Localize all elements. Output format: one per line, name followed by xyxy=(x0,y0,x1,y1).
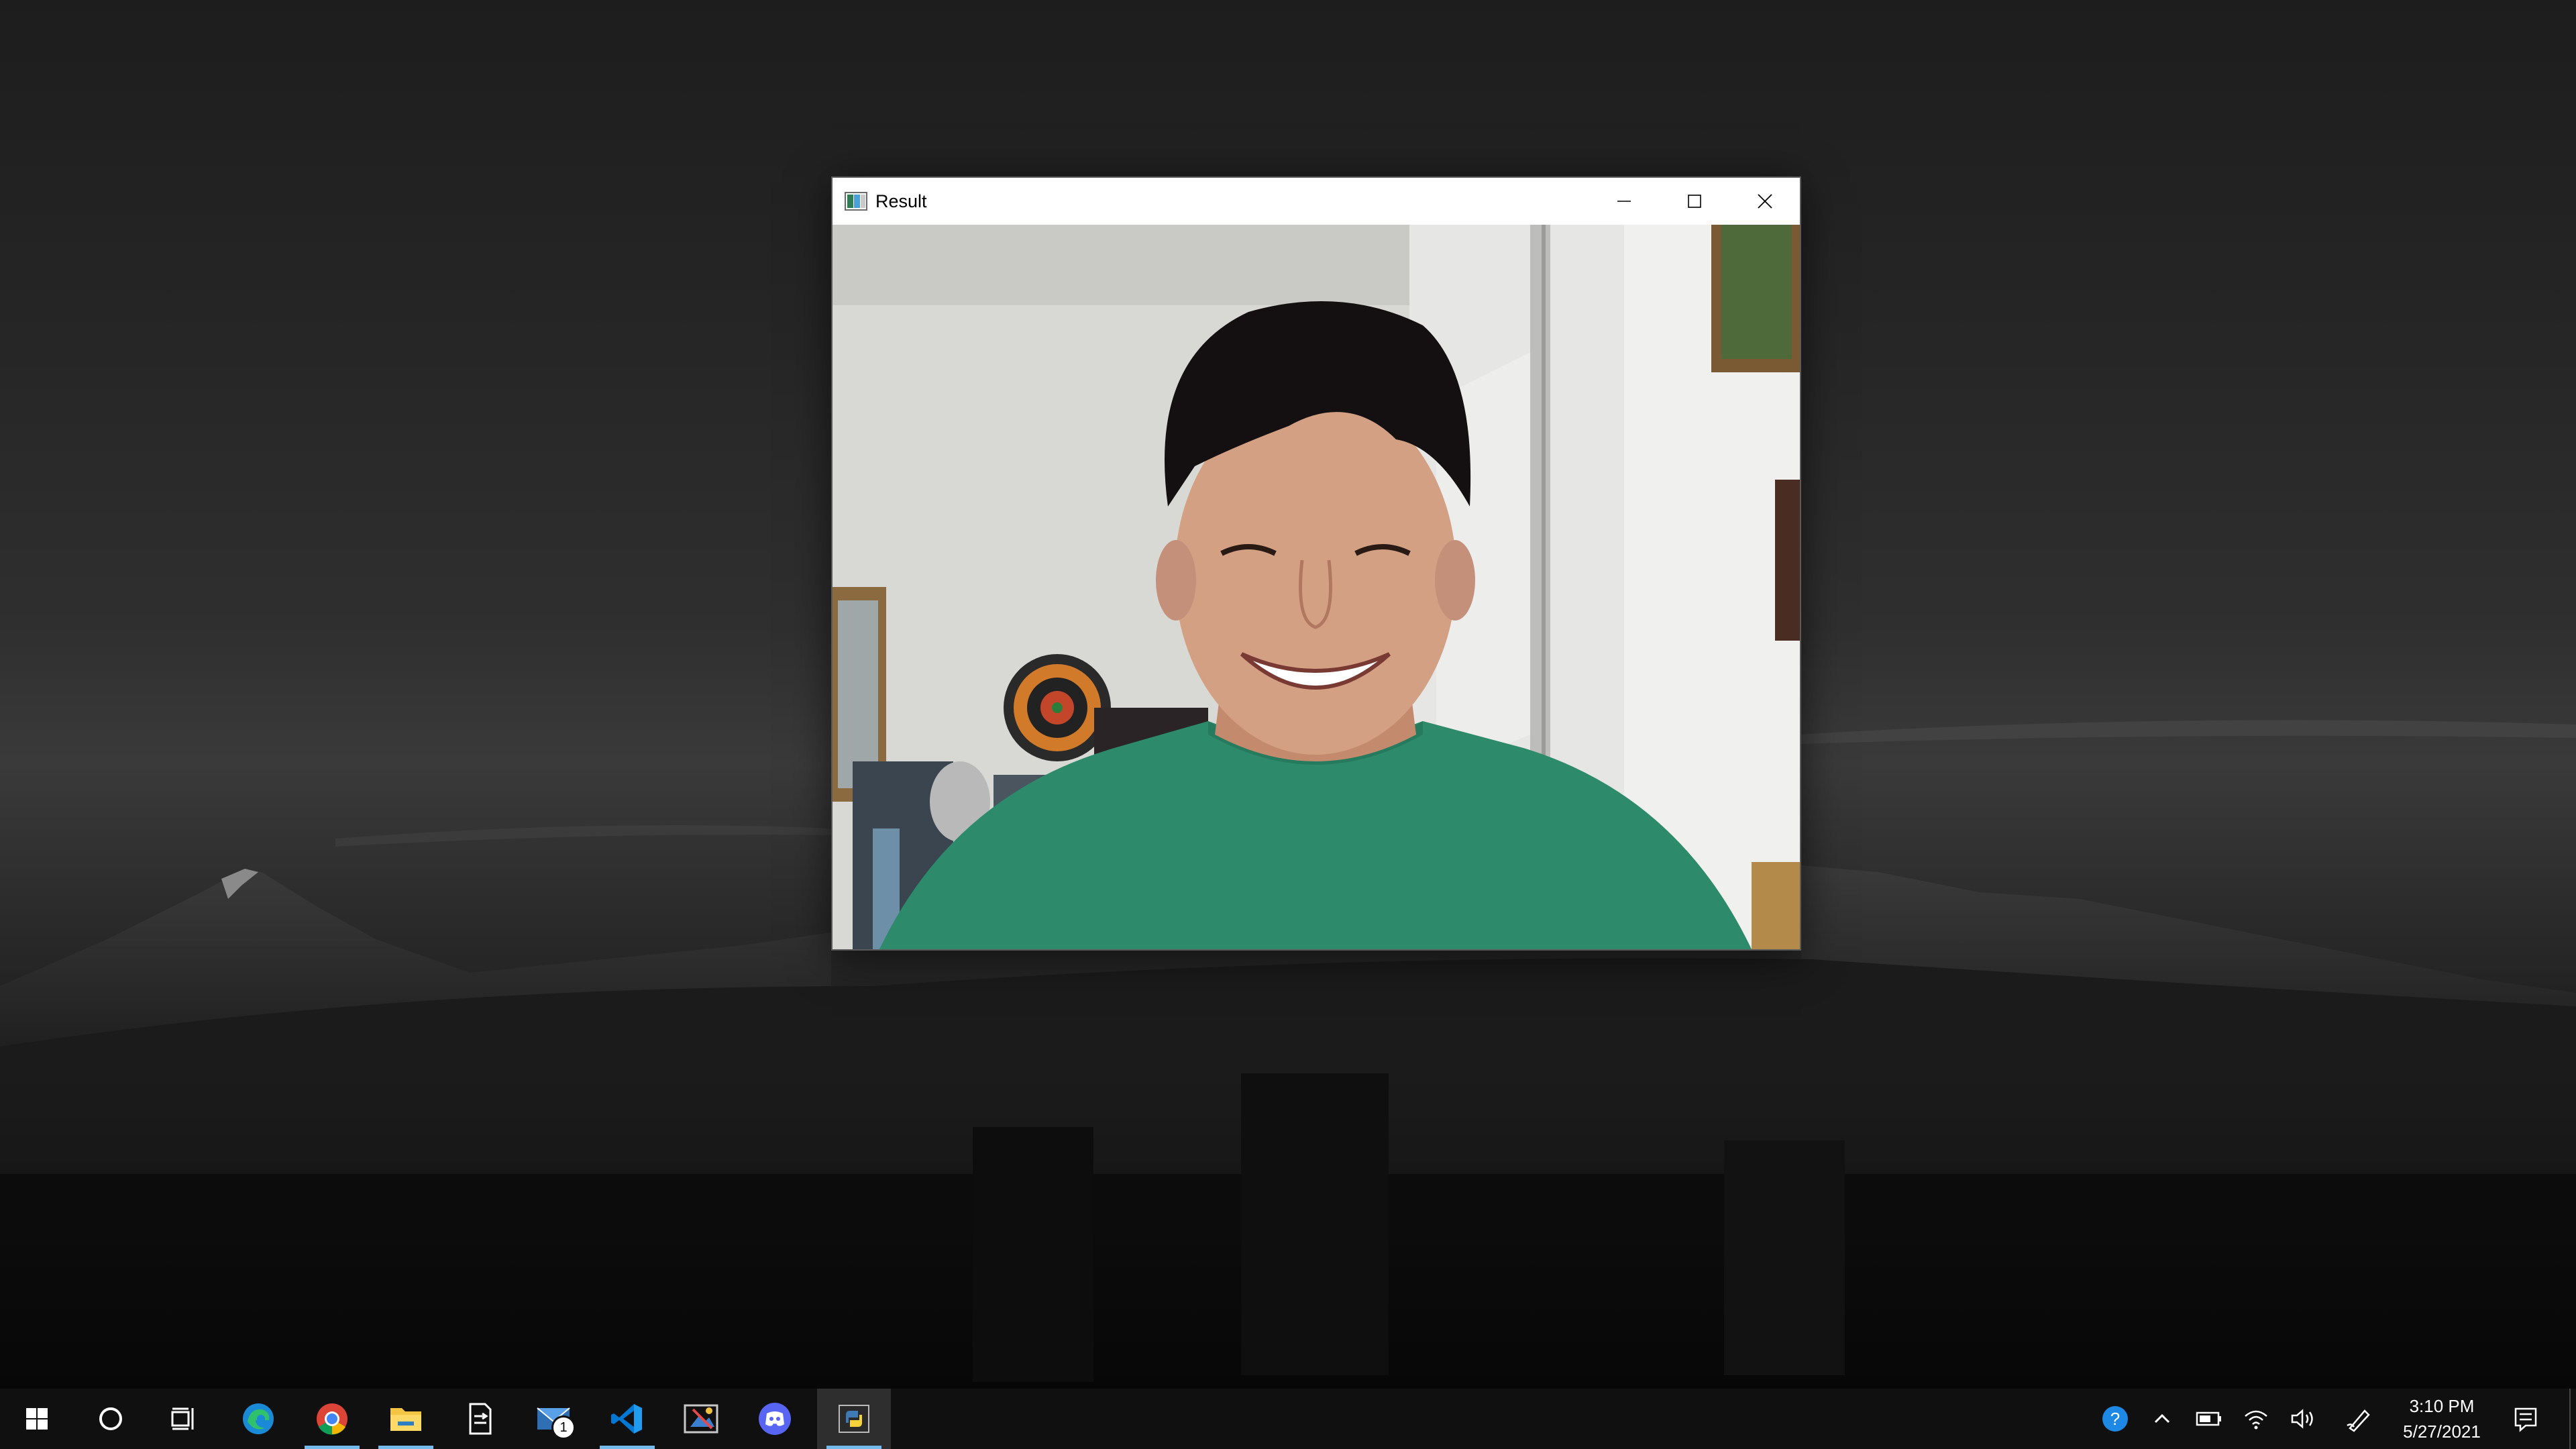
document-arrows-icon xyxy=(469,1403,492,1435)
python-icon xyxy=(839,1405,869,1433)
taskbar-edge[interactable] xyxy=(221,1389,295,1449)
discord-icon xyxy=(759,1403,791,1435)
close-button[interactable] xyxy=(1729,178,1800,225)
result-window: Result xyxy=(831,176,1801,951)
taskbar-clock[interactable]: 3:10 PM 5/27/2021 xyxy=(2388,1389,2496,1449)
tray-overflow[interactable] xyxy=(2139,1389,2186,1449)
running-indicator xyxy=(826,1446,881,1449)
tray-volume[interactable] xyxy=(2279,1389,2326,1449)
cortana-circle-icon xyxy=(99,1407,122,1430)
edge-icon xyxy=(243,1403,274,1434)
opencv-window-icon xyxy=(845,191,869,212)
snip-icon xyxy=(684,1404,718,1434)
taskbar-mail[interactable]: 1 xyxy=(517,1389,590,1449)
start-button[interactable] xyxy=(0,1389,74,1449)
wifi-icon xyxy=(2245,1410,2267,1430)
tray-battery[interactable] xyxy=(2186,1389,2233,1449)
clock-date: 5/27/2021 xyxy=(2403,1421,2481,1442)
vscode-icon xyxy=(611,1404,642,1434)
minimize-icon xyxy=(1617,201,1631,202)
running-indicator xyxy=(305,1446,360,1449)
minimize-button[interactable] xyxy=(1589,178,1659,225)
folder-icon xyxy=(390,1408,421,1431)
notification-icon xyxy=(2514,1407,2537,1432)
maximize-icon xyxy=(1687,195,1701,208)
webcam-frame xyxy=(833,225,1800,949)
taskbar-vscode[interactable] xyxy=(590,1389,664,1449)
mail-badge: 1 xyxy=(551,1415,576,1440)
taskbar-document-app[interactable] xyxy=(443,1389,517,1449)
taskbar-python[interactable] xyxy=(817,1389,891,1449)
webcam-image xyxy=(833,225,1800,949)
svg-text:?: ? xyxy=(2110,1409,2120,1429)
taskbar-snip[interactable] xyxy=(664,1389,738,1449)
pen-icon xyxy=(2347,1409,2370,1432)
taskbar-chrome[interactable] xyxy=(295,1389,369,1449)
action-center-button[interactable] xyxy=(2502,1389,2549,1449)
running-indicator xyxy=(378,1446,433,1449)
close-icon xyxy=(1757,194,1772,209)
running-indicator xyxy=(600,1446,655,1449)
task-view-icon xyxy=(171,1407,194,1430)
task-view-button[interactable] xyxy=(148,1389,221,1449)
windows-logo-icon xyxy=(26,1408,48,1430)
taskbar-file-explorer[interactable] xyxy=(369,1389,443,1449)
chrome-icon xyxy=(317,1403,347,1435)
battery-icon xyxy=(2196,1411,2221,1426)
cortana-button[interactable] xyxy=(74,1389,148,1449)
show-desktop-button[interactable] xyxy=(2569,1389,2576,1449)
clock-time: 3:10 PM xyxy=(2409,1396,2475,1416)
help-icon: ? xyxy=(2102,1406,2128,1432)
window-titlebar[interactable]: Result xyxy=(833,178,1800,225)
tray-help[interactable]: ? xyxy=(2092,1389,2139,1449)
taskbar: 1 ? 3:10 PM 5/27/2021 xyxy=(0,1389,2576,1449)
volume-icon xyxy=(2291,1409,2313,1429)
tray-wifi[interactable] xyxy=(2233,1389,2279,1449)
tray-pen[interactable] xyxy=(2336,1389,2383,1449)
taskbar-discord[interactable] xyxy=(738,1389,812,1449)
maximize-button[interactable] xyxy=(1659,178,1729,225)
window-title: Result xyxy=(875,191,927,211)
chevron-up-icon xyxy=(2154,1413,2170,1424)
